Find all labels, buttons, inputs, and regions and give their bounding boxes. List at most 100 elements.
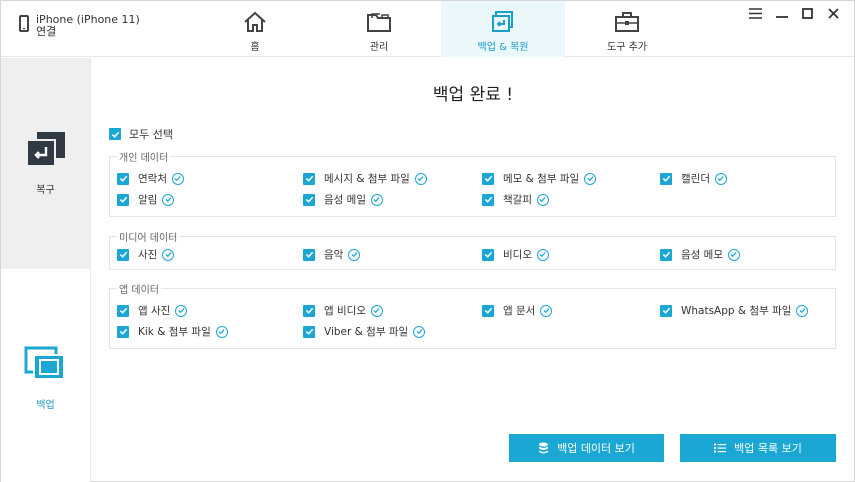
tab-manage-label: 관리 [369, 42, 389, 53]
checkbox-item[interactable]: 음성 메모 [660, 247, 740, 262]
sidebar-item-restore[interactable]: 복구 [1, 58, 90, 269]
checkbox-item[interactable]: 메모 & 첨부 파일 [482, 171, 597, 186]
backup-restore-icon [492, 11, 513, 32]
checkbox[interactable] [660, 172, 672, 185]
list-icon [714, 443, 727, 453]
tab-manage[interactable]: 관리 [317, 1, 441, 57]
check-circle-icon [414, 172, 427, 185]
checkbox-item[interactable]: 앱 비디오 [303, 303, 383, 318]
checkbox-item[interactable]: 비디오 [482, 247, 549, 262]
item-label: 알림 [138, 194, 158, 206]
checkbox[interactable] [660, 304, 672, 317]
checkbox-item[interactable]: Viber & 첨부 파일 [303, 324, 426, 339]
tab-add-tools[interactable]: 도구 추가 [565, 1, 689, 57]
check-circle-icon [370, 193, 383, 206]
checkbox[interactable] [303, 172, 315, 185]
checkbox-item[interactable]: 앱 사진 [117, 303, 188, 318]
checkbox[interactable] [660, 248, 672, 261]
item-label: 앱 비디오 [324, 305, 366, 317]
tab-backup-restore-label: 백업 & 복원 [477, 42, 529, 53]
checkbox[interactable] [482, 172, 494, 185]
item-label: 메모 & 첨부 파일 [503, 173, 580, 185]
checkbox-item[interactable]: 음성 메일 [303, 192, 383, 207]
checkbox[interactable] [303, 325, 315, 338]
top-bar: iPhone (iPhone 11) 연결 홈 관리 백업 & 복원 도구 추가 [1, 1, 854, 57]
check-circle-icon [370, 304, 383, 317]
checkbox-item[interactable]: 책갈피 [482, 192, 549, 207]
item-label: 연락처 [138, 173, 167, 185]
main-nav: 홈 관리 백업 & 복원 도구 추가 [193, 1, 689, 57]
view-backup-data-label: 백업 데이터 보기 [557, 442, 635, 455]
restore-icon [25, 132, 65, 167]
group-personal-data: 개인 데이터 연락처 메시지 & 첨부 파일 메모 & 첨부 파일 캘린더 알림… [109, 149, 836, 217]
checkbox[interactable] [482, 193, 494, 206]
checkbox-item[interactable]: 캘린더 [660, 171, 727, 186]
maximize-icon[interactable] [799, 5, 816, 21]
check-circle-icon [584, 172, 597, 185]
select-all[interactable]: 모두 선택 [109, 126, 173, 142]
app-window: iPhone (iPhone 11) 연결 홈 관리 백업 & 복원 도구 추가 [0, 0, 855, 482]
select-all-label: 모두 선택 [129, 128, 173, 141]
tab-backup-restore[interactable]: 백업 & 복원 [441, 1, 565, 57]
checkbox[interactable] [482, 248, 494, 261]
check-circle-icon [540, 304, 553, 317]
check-circle-icon [413, 325, 426, 338]
check-circle-icon [348, 248, 361, 261]
item-label: 음성 메일 [324, 194, 366, 206]
sidebar-item-backup-label: 백업 [36, 400, 55, 411]
item-label: Kik & 첨부 파일 [138, 326, 211, 338]
check-circle-icon [796, 304, 809, 317]
view-backup-data-button[interactable]: 백업 데이터 보기 [509, 434, 664, 462]
checkbox-item[interactable]: 연락처 [117, 171, 184, 186]
item-label: 사진 [138, 249, 158, 261]
group-app-data: 앱 데이터 앱 사진 앱 비디오 앱 문서 WhatsApp & 첨부 파일 K… [109, 281, 836, 349]
item-label: 비디오 [503, 249, 532, 261]
tab-add-tools-label: 도구 추가 [607, 42, 647, 53]
phone-icon [19, 15, 29, 32]
checkbox[interactable] [303, 193, 315, 206]
sidebar-item-backup[interactable]: 백업 [1, 346, 90, 411]
select-all-checkbox[interactable] [109, 128, 121, 140]
item-label: 음악 [324, 249, 344, 261]
item-label: 앱 문서 [503, 305, 536, 317]
check-circle-icon [714, 172, 727, 185]
sidebar: 복구 백업 [1, 58, 90, 482]
main-panel: 백업 완료 ! 모두 선택 개인 데이터 연락처 메시지 & 첨부 파일 메모 … [90, 58, 854, 482]
checkbox[interactable] [303, 248, 315, 261]
checkbox[interactable] [117, 172, 129, 185]
check-circle-icon [162, 248, 175, 261]
group-title: 앱 데이터 [117, 281, 161, 296]
tab-home[interactable]: 홈 [193, 1, 317, 57]
device-info: iPhone (iPhone 11) 연결 [19, 14, 140, 38]
folder-icon [367, 13, 391, 32]
checkbox-item[interactable]: Kik & 첨부 파일 [117, 324, 228, 339]
close-icon[interactable] [825, 5, 842, 21]
check-circle-icon [727, 248, 740, 261]
minimize-icon[interactable] [773, 5, 790, 21]
check-circle-icon [162, 193, 175, 206]
checkbox[interactable] [303, 304, 315, 317]
menu-icon[interactable] [747, 5, 764, 21]
item-label: WhatsApp & 첨부 파일 [681, 305, 792, 317]
item-label: 앱 사진 [138, 305, 171, 317]
group-media-data: 미디어 데이터 사진 음악 비디오 음성 메모 [109, 229, 836, 270]
backup-icon [24, 346, 65, 380]
checkbox[interactable] [117, 248, 129, 261]
view-backup-list-button[interactable]: 백업 목록 보기 [680, 434, 836, 462]
check-circle-icon [215, 325, 228, 338]
checkbox-item[interactable]: 앱 문서 [482, 303, 553, 318]
check-circle-icon [536, 193, 549, 206]
checkbox-item[interactable]: 사진 [117, 247, 175, 262]
checkbox[interactable] [117, 325, 129, 338]
checkbox-item[interactable]: WhatsApp & 첨부 파일 [660, 303, 809, 318]
checkbox-item[interactable]: 메시지 & 첨부 파일 [303, 171, 427, 186]
checkbox[interactable] [482, 304, 494, 317]
checkbox-item[interactable]: 음악 [303, 247, 361, 262]
checkbox[interactable] [117, 304, 129, 317]
item-label: 캘린더 [681, 173, 710, 185]
page-title: 백업 완료 ! [432, 85, 514, 105]
checkbox-item[interactable]: 알림 [117, 192, 175, 207]
device-status: 연결 [36, 25, 57, 38]
item-label: 음성 메모 [681, 249, 723, 261]
checkbox[interactable] [117, 193, 129, 206]
